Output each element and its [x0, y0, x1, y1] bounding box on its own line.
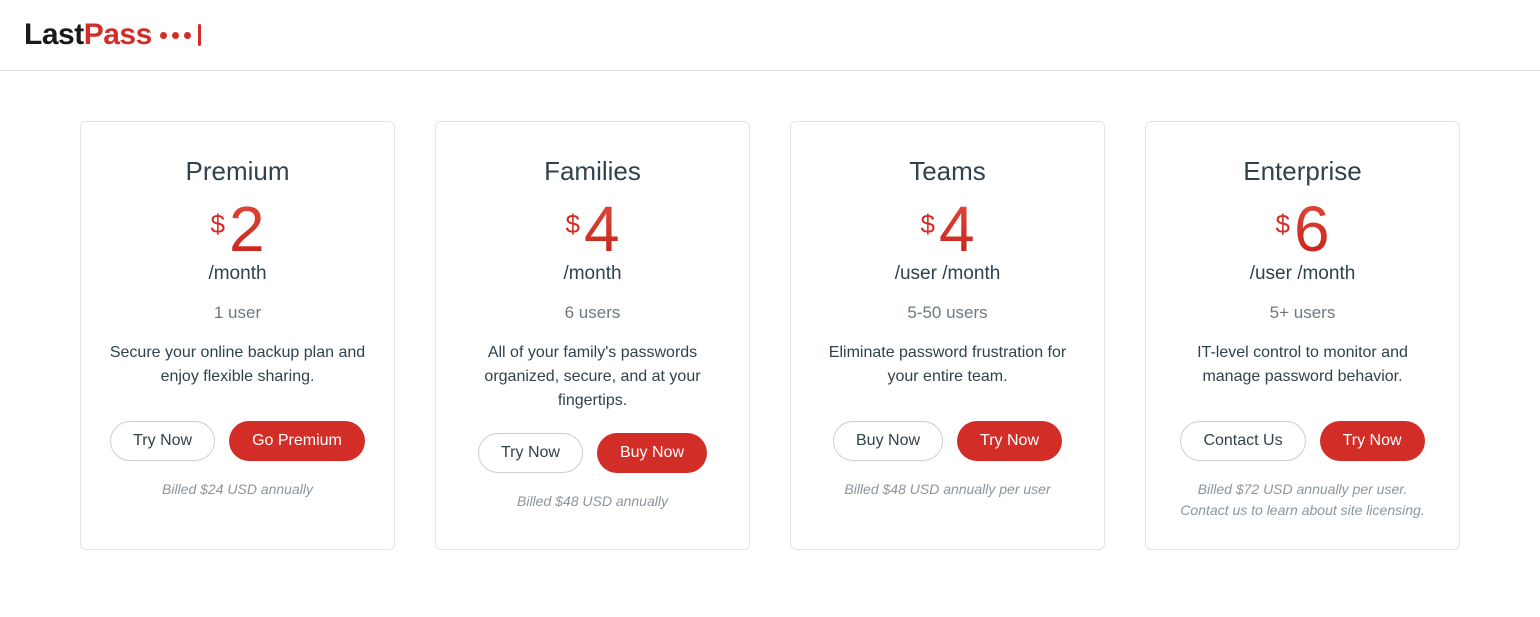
price-amount: 4 [939, 197, 975, 261]
price: $ 4 [817, 197, 1078, 261]
plan-users: 1 user [107, 303, 368, 323]
price: $ 4 [462, 197, 723, 261]
price-period: /month [462, 263, 723, 285]
plan-name: Premium [107, 156, 368, 187]
plan-users: 5-50 users [817, 303, 1078, 323]
try-now-button[interactable]: Try Now [110, 421, 215, 461]
plan-card-premium: Premium $ 2 /month 1 user Secure your on… [80, 121, 395, 550]
header: LastPass [0, 0, 1540, 71]
plan-description: Eliminate password frustration for your … [817, 341, 1078, 401]
plan-card-enterprise: Enterprise $ 6 /user /month 5+ users IT-… [1145, 121, 1460, 550]
plan-description: All of your family's passwords organized… [462, 341, 723, 413]
plan-card-families: Families $ 4 /month 6 users All of your … [435, 121, 750, 550]
buy-now-button[interactable]: Buy Now [597, 433, 707, 473]
go-premium-button[interactable]: Go Premium [229, 421, 365, 461]
button-row: Buy Now Try Now [817, 421, 1078, 461]
plan-card-teams: Teams $ 4 /user /month 5-50 users Elimin… [790, 121, 1105, 550]
currency-symbol: $ [210, 209, 224, 240]
billing-note: Billed $72 USD annually per user. Contac… [1172, 479, 1433, 521]
contact-us-button[interactable]: Contact Us [1180, 421, 1305, 461]
button-row: Try Now Buy Now [462, 433, 723, 473]
billing-note: Billed $48 USD annually [462, 491, 723, 512]
price-period: /month [107, 263, 368, 285]
currency-symbol: $ [920, 209, 934, 240]
currency-symbol: $ [565, 209, 579, 240]
price-amount: 2 [229, 197, 265, 261]
price: $ 2 [107, 197, 368, 261]
buy-now-button[interactable]: Buy Now [833, 421, 943, 461]
price-amount: 4 [584, 197, 620, 261]
try-now-button[interactable]: Try Now [478, 433, 583, 473]
billing-note: Billed $24 USD annually [107, 479, 368, 500]
price-amount: 6 [1294, 197, 1330, 261]
button-row: Try Now Go Premium [107, 421, 368, 461]
plan-name: Teams [817, 156, 1078, 187]
plan-users: 5+ users [1172, 303, 1433, 323]
billing-note: Billed $48 USD annually per user [817, 479, 1078, 500]
plan-description: Secure your online backup plan and enjoy… [107, 341, 368, 401]
currency-symbol: $ [1275, 209, 1289, 240]
price-period: /user /month [1172, 263, 1433, 285]
logo-text-last: Last [24, 18, 84, 51]
price-period: /user /month [817, 263, 1078, 285]
plan-name: Enterprise [1172, 156, 1433, 187]
logo-text-pass: Pass [84, 18, 152, 51]
logo-dots-icon [160, 24, 201, 46]
plan-users: 6 users [462, 303, 723, 323]
try-now-button[interactable]: Try Now [957, 421, 1062, 461]
pricing-cards: Premium $ 2 /month 1 user Secure your on… [0, 71, 1540, 590]
brand-logo: LastPass [24, 18, 1516, 52]
price: $ 6 [1172, 197, 1433, 261]
button-row: Contact Us Try Now [1172, 421, 1433, 461]
plan-name: Families [462, 156, 723, 187]
plan-description: IT-level control to monitor and manage p… [1172, 341, 1433, 401]
try-now-button[interactable]: Try Now [1320, 421, 1425, 461]
